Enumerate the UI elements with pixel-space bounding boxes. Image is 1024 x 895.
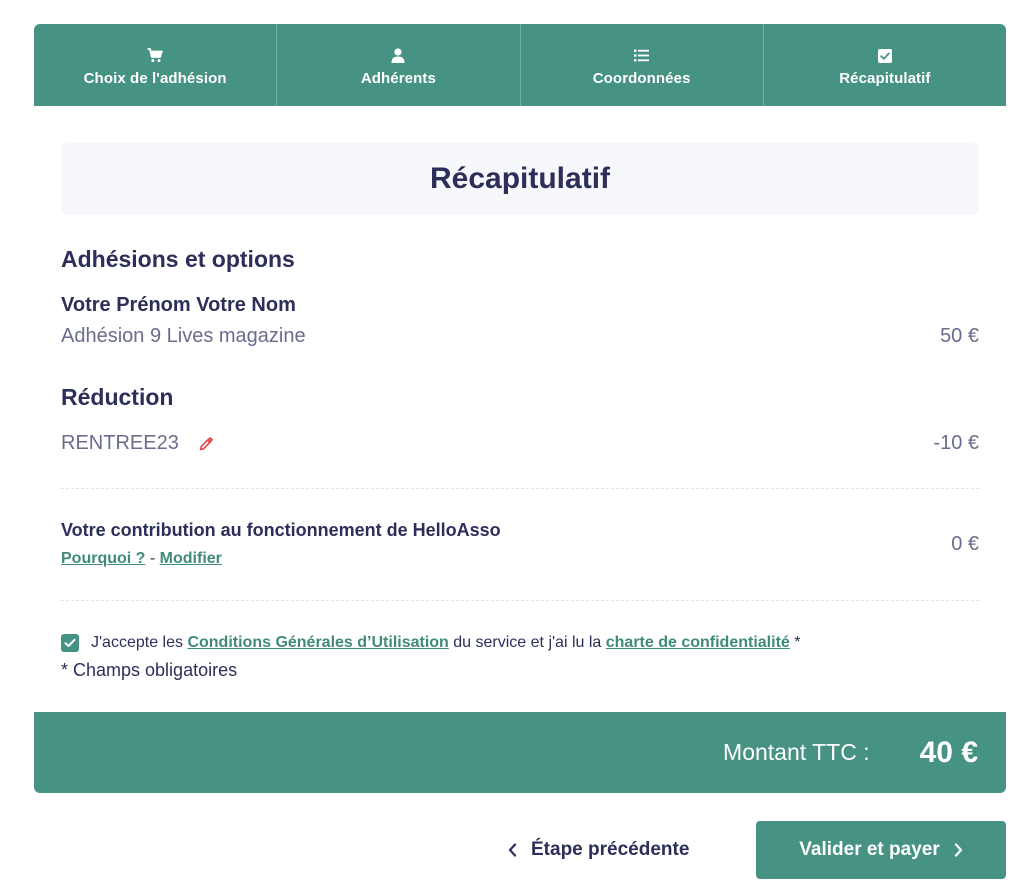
- previous-step-button[interactable]: Étape précédente: [508, 826, 689, 874]
- required-asterisk: *: [794, 634, 801, 651]
- total-bar: Montant TTC : 40 €: [34, 712, 1006, 793]
- user-icon: [390, 48, 406, 64]
- previous-step-label: Étape précédente: [531, 839, 690, 860]
- step-label: Récapitulatif: [839, 69, 931, 87]
- consent-row: J'accepte les Conditions Générales d’Uti…: [61, 634, 800, 652]
- member-name: Votre Prénom Votre Nom: [61, 294, 296, 316]
- membership-item-label: Adhésion 9 Lives magazine: [61, 325, 306, 347]
- contribution-links: Pourquoi ? - Modifier: [61, 550, 222, 568]
- checkout-stepper: Choix de l'adhésion Adhérents Coordonnée…: [34, 24, 1006, 106]
- discount-section-title: Réduction: [61, 384, 174, 410]
- consent-checkbox[interactable]: [61, 634, 79, 652]
- privacy-charter-link[interactable]: charte de confidentialité: [606, 634, 790, 651]
- step-label: Coordonnées: [592, 69, 691, 87]
- memberships-section-title: Adhésions et options: [61, 246, 295, 272]
- divider: [61, 600, 979, 601]
- required-fields-note: * Champs obligatoires: [61, 660, 238, 680]
- cgu-link[interactable]: Conditions Générales d’Utilisation: [187, 634, 448, 651]
- divider: [61, 488, 979, 489]
- list-icon: [634, 48, 650, 64]
- validate-and-pay-button[interactable]: Valider et payer: [756, 821, 1006, 879]
- validate-and-pay-label: Valider et payer: [799, 839, 940, 860]
- total-label: Montant TTC :: [723, 739, 870, 765]
- modify-contribution-link[interactable]: Modifier: [160, 550, 222, 567]
- consent-text: J'accepte les Conditions Générales d’Uti…: [91, 634, 800, 652]
- page-title-box: Récapitulatif: [61, 143, 979, 215]
- cart-icon: [147, 48, 163, 64]
- step-contact-details[interactable]: Coordonnées: [521, 24, 764, 106]
- chevron-left-icon: [508, 843, 517, 857]
- contribution-amount: 0 €: [951, 533, 979, 555]
- page-title: Récapitulatif: [429, 162, 611, 195]
- contribution-title: Votre contribution au fonctionnement de …: [61, 520, 501, 540]
- consent-text-middle: du service et j'ai lu la: [453, 634, 602, 651]
- total-value: 40 €: [919, 735, 978, 769]
- step-label: Choix de l'adhésion: [83, 69, 227, 87]
- step-summary[interactable]: Récapitulatif: [764, 24, 1006, 106]
- discount-code: RENTREE23: [61, 432, 179, 454]
- step-members[interactable]: Adhérents: [277, 24, 521, 106]
- chevron-right-icon: [954, 843, 963, 857]
- checkbox-icon: [877, 48, 893, 64]
- check-icon: [64, 638, 76, 647]
- step-membership-choice[interactable]: Choix de l'adhésion: [34, 24, 278, 106]
- discount-code-row: RENTREE23: [61, 432, 213, 455]
- membership-item-amount: 50 €: [940, 325, 979, 347]
- link-separator: -: [149, 550, 156, 567]
- consent-text-before: J'accepte les: [91, 634, 183, 651]
- step-label: Adhérents: [360, 69, 436, 87]
- pencil-icon[interactable]: [199, 436, 213, 451]
- why-link[interactable]: Pourquoi ?: [61, 550, 145, 567]
- discount-amount: -10 €: [933, 432, 979, 454]
